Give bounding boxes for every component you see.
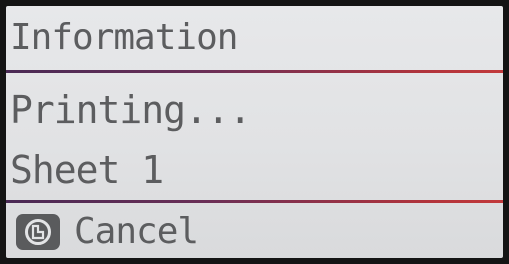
footer-divider	[6, 200, 503, 203]
lcd-screen: Information Printing... Sheet 1 Cancel	[6, 6, 503, 258]
cancel-label: Cancel	[74, 211, 199, 252]
stop-icon	[16, 214, 60, 250]
screen-title: Information	[10, 17, 238, 58]
print-status-text: Printing...	[10, 88, 252, 132]
sheet-counter: Sheet 1	[10, 148, 164, 192]
cancel-button[interactable]: Cancel	[16, 208, 199, 256]
printer-display-bezel: Information Printing... Sheet 1 Cancel	[0, 0, 509, 264]
title-divider	[6, 70, 503, 73]
